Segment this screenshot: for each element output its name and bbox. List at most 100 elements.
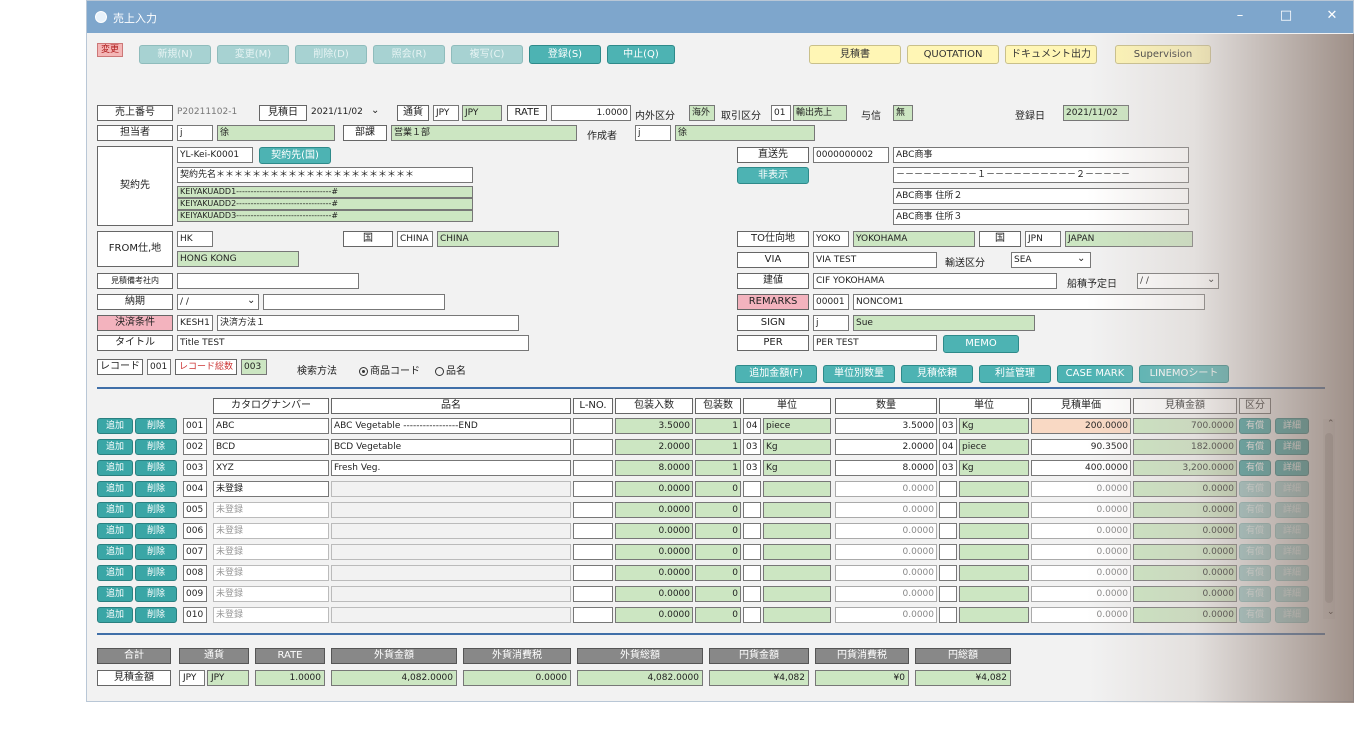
row-unit1-code[interactable]	[743, 523, 761, 539]
row-detail-button[interactable]: 詳細	[1275, 481, 1309, 497]
row-unit2-code[interactable]	[939, 502, 957, 518]
row-detail-button[interactable]: 詳細	[1275, 607, 1309, 623]
row-unit1-code[interactable]	[743, 481, 761, 497]
row-detail-button[interactable]: 詳細	[1275, 523, 1309, 539]
row-packages[interactable]: 0	[695, 523, 741, 539]
row-tax-button[interactable]: 有償	[1239, 481, 1271, 497]
row-unit1-code[interactable]: 04	[743, 418, 761, 434]
row-pack-qty[interactable]: 0.0000	[615, 544, 693, 560]
row-unit2-code[interactable]	[939, 607, 957, 623]
row-unit-price[interactable]: 0.0000	[1031, 607, 1131, 623]
row-unit1-code[interactable]: 03	[743, 460, 761, 476]
row-unit-price[interactable]: 0.0000	[1031, 565, 1131, 581]
row-unit2-code[interactable]	[939, 523, 957, 539]
row-lno[interactable]	[573, 523, 613, 539]
row-unit2-code[interactable]: 03	[939, 418, 957, 434]
row-lno[interactable]	[573, 544, 613, 560]
row-lno[interactable]	[573, 460, 613, 476]
row-lno[interactable]	[573, 418, 613, 434]
supervision-button[interactable]: Supervision	[1115, 45, 1211, 64]
row-unit1-code[interactable]	[743, 544, 761, 560]
row-add-button[interactable]: 追加	[97, 544, 133, 560]
customer-code[interactable]: YL-Kei-K0001	[177, 147, 253, 163]
row-unit2-code[interactable]	[939, 586, 957, 602]
quotation-button[interactable]: QUOTATION	[907, 45, 999, 64]
delete-button[interactable]: 削除(D)	[295, 45, 367, 64]
row-catalog[interactable]: 未登録	[213, 565, 329, 581]
row-catalog[interactable]: ABC	[213, 418, 329, 434]
row-item-name[interactable]	[331, 586, 571, 602]
delivery-dropdown-icon[interactable]: ⌄	[247, 295, 255, 306]
row-detail-button[interactable]: 詳細	[1275, 502, 1309, 518]
row-catalog[interactable]: BCD	[213, 439, 329, 455]
row-packages[interactable]: 0	[695, 586, 741, 602]
document-output-button[interactable]: ドキュメント出力	[1005, 45, 1097, 64]
cancel-button[interactable]: 中止(Q)	[607, 45, 675, 64]
row-detail-button[interactable]: 詳細	[1275, 544, 1309, 560]
row-delete-button[interactable]: 削除	[135, 544, 177, 560]
row-unit1-code[interactable]	[743, 586, 761, 602]
row-tax-button[interactable]: 有償	[1239, 544, 1271, 560]
row-quantity[interactable]: 0.0000	[835, 607, 937, 623]
row-quantity[interactable]: 0.0000	[835, 523, 937, 539]
row-quantity[interactable]: 0.0000	[835, 565, 937, 581]
row-catalog[interactable]: 未登録	[213, 586, 329, 602]
row-unit2-code[interactable]	[939, 544, 957, 560]
remarks-code[interactable]: 00001	[813, 294, 849, 310]
row-packages[interactable]: 0	[695, 481, 741, 497]
row-unit1-code[interactable]	[743, 607, 761, 623]
row-pack-qty[interactable]: 0.0000	[615, 523, 693, 539]
row-quantity[interactable]: 3.5000	[835, 418, 937, 434]
row-unit2-code[interactable]: 04	[939, 439, 957, 455]
new-button[interactable]: 新規(N)	[139, 45, 211, 64]
close-button[interactable]: ✕	[1321, 7, 1343, 25]
row-item-name[interactable]: Fresh Veg.	[331, 460, 571, 476]
row-add-button[interactable]: 追加	[97, 565, 133, 581]
row-delete-button[interactable]: 削除	[135, 565, 177, 581]
row-tax-button[interactable]: 有償	[1239, 460, 1271, 476]
row-quantity[interactable]: 0.0000	[835, 481, 937, 497]
row-lno[interactable]	[573, 502, 613, 518]
search-opt-code[interactable]: 商品コード	[357, 362, 420, 377]
row-unit-price[interactable]: 0.0000	[1031, 502, 1131, 518]
ship-to-address-1[interactable]: －－－－－－－－－１－－－－－－－－－－２－－－－－	[893, 167, 1189, 183]
row-unit2-code[interactable]: 03	[939, 460, 957, 476]
row-pack-qty[interactable]: 8.0000	[615, 460, 693, 476]
row-packages[interactable]: 0	[695, 502, 741, 518]
table-scrollbar[interactable]	[1323, 419, 1335, 619]
row-pack-qty[interactable]: 0.0000	[615, 607, 693, 623]
creator-code[interactable]: j	[635, 125, 671, 141]
row-delete-button[interactable]: 削除	[135, 418, 177, 434]
row-tax-button[interactable]: 有償	[1239, 586, 1271, 602]
delivery-text[interactable]	[263, 294, 445, 310]
title-field[interactable]: Title TEST	[177, 335, 529, 351]
case-mark-button[interactable]: CASE MARK	[1057, 365, 1133, 383]
row-item-name[interactable]	[331, 502, 571, 518]
row-item-name[interactable]	[331, 565, 571, 581]
copy-button[interactable]: 複写(C)	[451, 45, 523, 64]
orig-remark-field[interactable]	[177, 273, 359, 289]
row-pack-qty[interactable]: 3.5000	[615, 418, 693, 434]
row-add-button[interactable]: 追加	[97, 607, 133, 623]
row-lno[interactable]	[573, 565, 613, 581]
row-packages[interactable]: 1	[695, 439, 741, 455]
scrollbar-thumb[interactable]	[1325, 433, 1333, 603]
row-detail-button[interactable]: 詳細	[1275, 565, 1309, 581]
row-unit-price[interactable]: 90.3500	[1031, 439, 1131, 455]
row-unit1-code[interactable]	[743, 502, 761, 518]
row-unit2-code[interactable]	[939, 565, 957, 581]
row-tax-button[interactable]: 有償	[1239, 565, 1271, 581]
row-quantity[interactable]: 2.0000	[835, 439, 937, 455]
row-item-name[interactable]: ABC Vegetable -----------------END	[331, 418, 571, 434]
row-tax-button[interactable]: 有償	[1239, 418, 1271, 434]
row-catalog[interactable]: XYZ	[213, 460, 329, 476]
radio-unselected-icon[interactable]	[435, 366, 444, 376]
row-catalog[interactable]: 未登録	[213, 523, 329, 539]
estimate-doc-button[interactable]: 見積書	[809, 45, 901, 64]
row-delete-button[interactable]: 削除	[135, 607, 177, 623]
row-lno[interactable]	[573, 586, 613, 602]
row-pack-qty[interactable]: 0.0000	[615, 481, 693, 497]
row-packages[interactable]: 1	[695, 418, 741, 434]
ship-to-address-3[interactable]: ABC商事 住所３	[893, 209, 1189, 225]
inquiry-button[interactable]: 照会(R)	[373, 45, 445, 64]
